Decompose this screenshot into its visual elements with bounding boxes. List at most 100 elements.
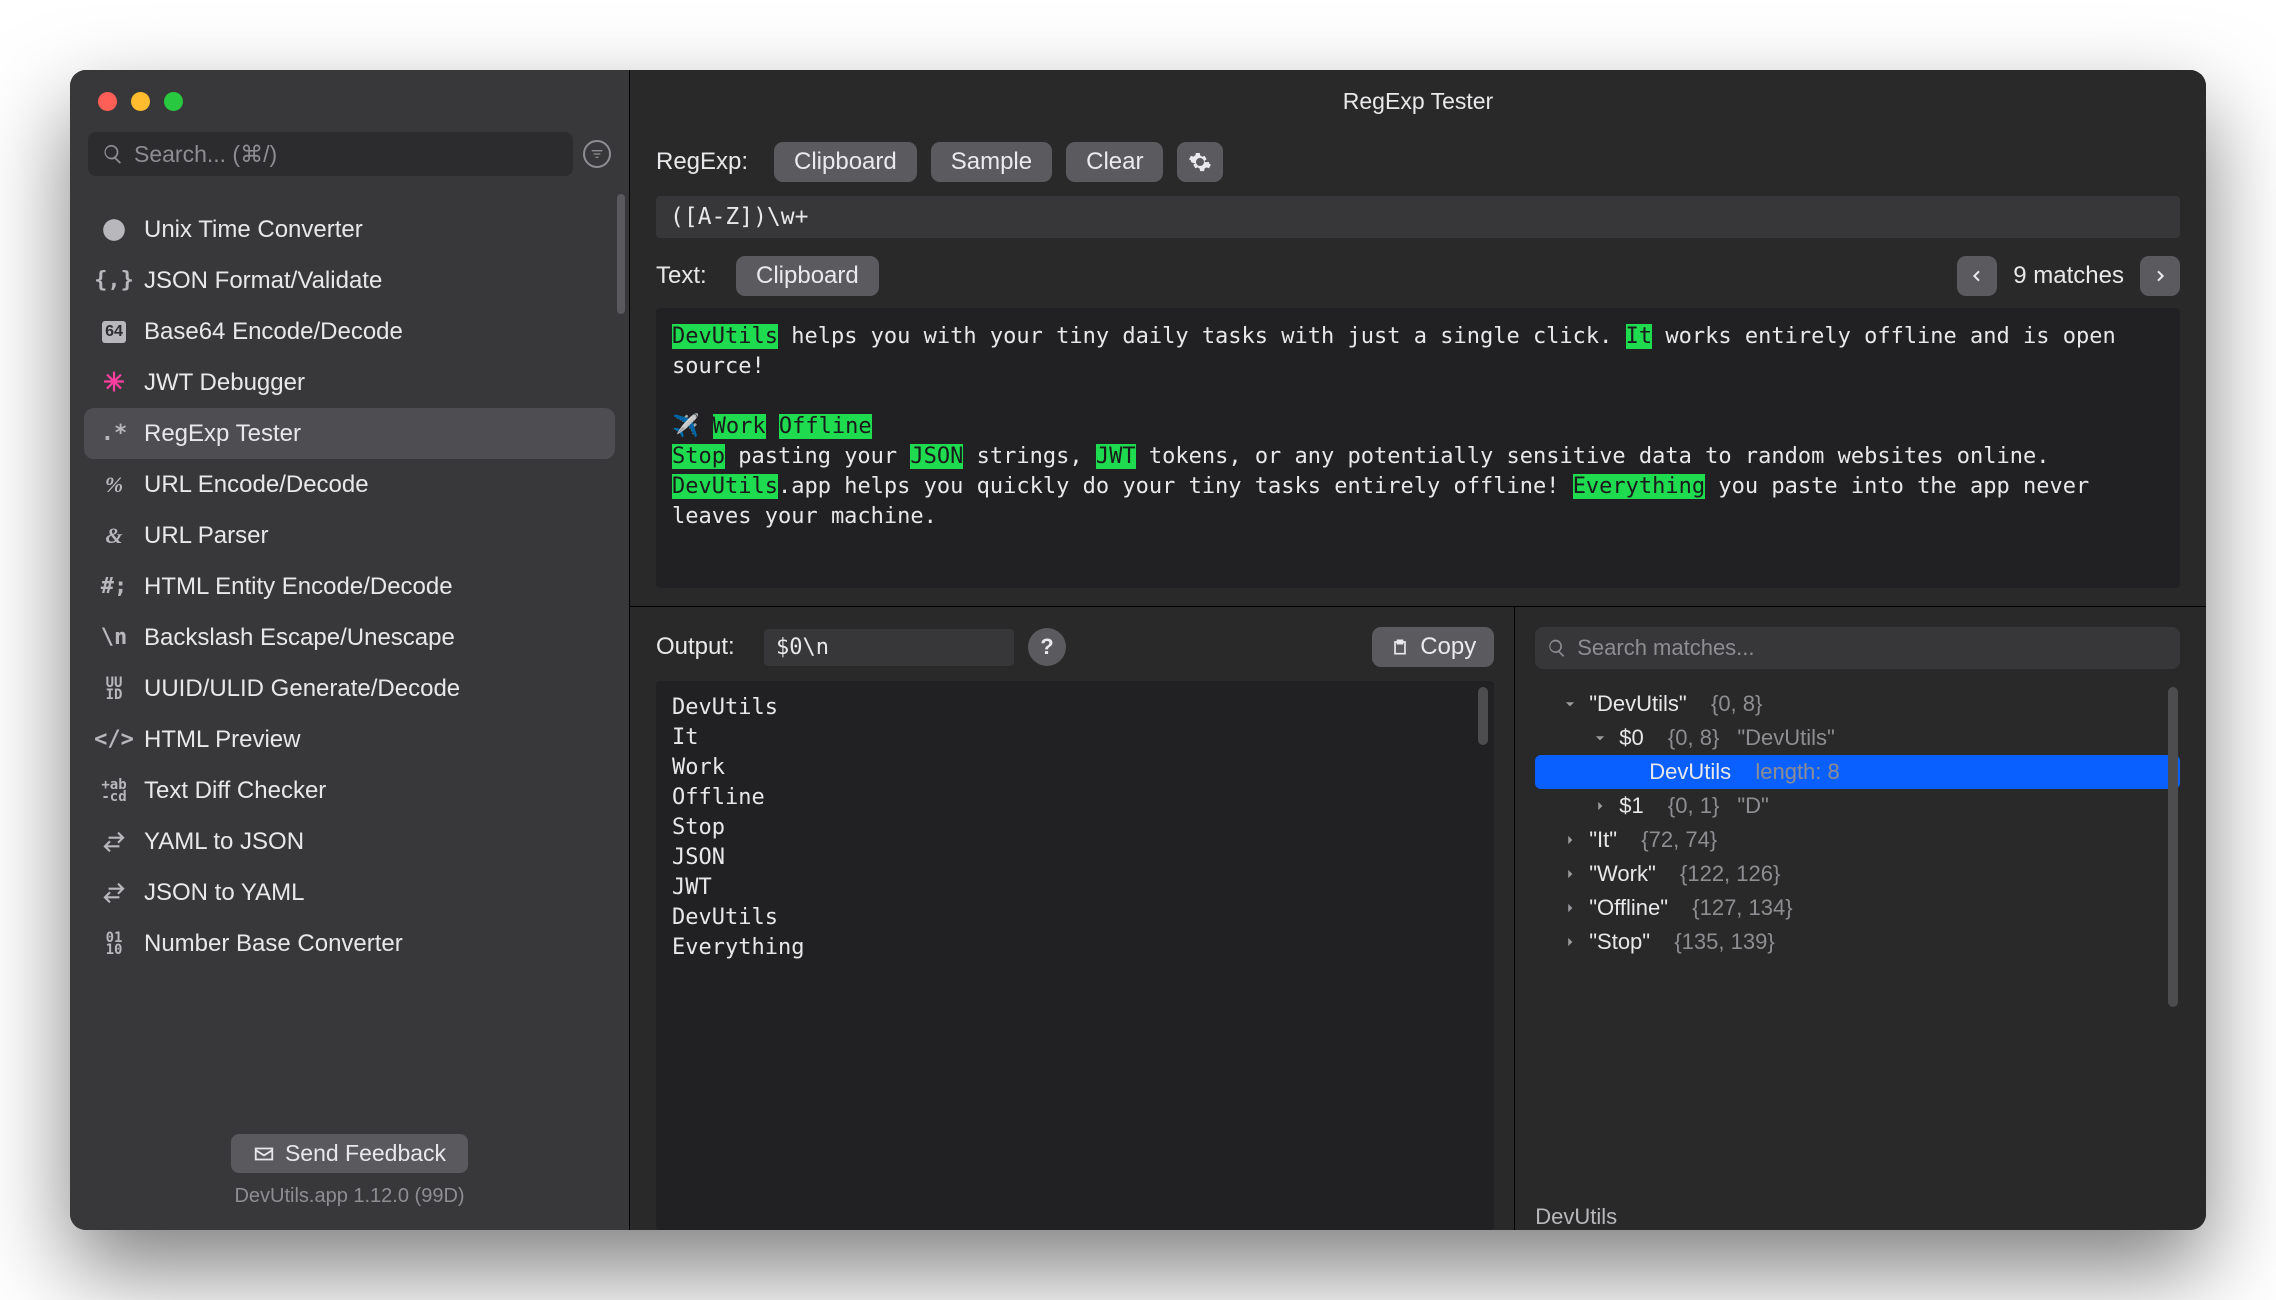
regex-settings-button[interactable] (1177, 142, 1223, 182)
clock-icon (100, 216, 128, 244)
sidebar-item-number-base-converter[interactable]: 0110Number Base Converter (84, 918, 615, 969)
output-help-button[interactable]: ? (1028, 628, 1066, 666)
swap-icon (100, 879, 128, 907)
braces-icon: {,} (100, 267, 128, 295)
sidebar-item-text-diff-checker[interactable]: +ab-cdText Diff Checker (84, 765, 615, 816)
highlighted-match[interactable]: Work (713, 414, 766, 439)
regex-clear-button[interactable]: Clear (1066, 142, 1163, 182)
tree-row[interactable]: "It" {72, 74} (1535, 823, 2180, 857)
copy-label: Copy (1420, 633, 1476, 661)
sidebar-item-label: JWT Debugger (144, 369, 305, 397)
sidebar-item-uuid-ulid-generate-decode[interactable]: UUIDUUID/ULID Generate/Decode (84, 663, 615, 714)
sidebar-item-label: Text Diff Checker (144, 777, 326, 805)
highlighted-match[interactable]: DevUtils (672, 474, 778, 499)
tree-row[interactable]: "Work" {122, 126} (1535, 857, 2180, 891)
highlighted-match[interactable]: Everything (1573, 474, 1705, 499)
disclosure-icon[interactable] (1563, 935, 1577, 949)
app-window: Unix Time Converter {,} JSON Format/Valida… (70, 70, 2206, 1230)
output-scrollbar[interactable] (1478, 687, 1488, 745)
window-controls (70, 70, 629, 132)
disclosure-icon[interactable] (1593, 731, 1607, 745)
search-icon (1547, 638, 1567, 658)
sidebar: Unix Time Converter {,} JSON Format/Valida… (70, 70, 630, 1230)
matches-search-input[interactable] (1577, 635, 2168, 661)
output-pane: Output: ? Copy DevUtils It Work Offline … (630, 607, 1515, 1230)
matches-search[interactable] (1535, 627, 2180, 669)
sidebar-item-label: HTML Entity Encode/Decode (144, 573, 453, 601)
sidebar-filter-button[interactable] (583, 140, 611, 168)
jwt-icon: ✳ (100, 369, 128, 397)
tree-key: "DevUtils" (1589, 691, 1687, 717)
tree-meta: {135, 139} (1662, 929, 1775, 955)
sidebar-item-url-encode-decode[interactable]: %URL Encode/Decode (84, 459, 615, 510)
tools-list[interactable]: Unix Time Converter {,} JSON Format/Valida… (70, 190, 629, 1120)
window-title: RegExp Tester (630, 70, 2206, 132)
tree-key: $0 (1619, 725, 1643, 751)
prev-match-button[interactable] (1957, 256, 1997, 296)
disclosure-icon[interactable] (1563, 697, 1577, 711)
highlighted-match[interactable]: Stop (672, 444, 725, 469)
regex-sample-button[interactable]: Sample (931, 142, 1052, 182)
tree-meta: {127, 134} (1680, 895, 1793, 921)
disclosure-icon[interactable] (1563, 901, 1577, 915)
sidebar-item-label: URL Parser (144, 522, 268, 550)
highlighted-match[interactable]: It (1626, 324, 1653, 349)
maximize-window-button[interactable] (164, 92, 183, 111)
regex-input[interactable] (656, 196, 2180, 238)
tree-key: "It" (1589, 827, 1617, 853)
regex-clipboard-button[interactable]: Clipboard (774, 142, 917, 182)
disclosure-icon[interactable] (1593, 799, 1607, 813)
sidebar-scrollbar[interactable] (617, 194, 625, 314)
sidebar-footer: Send Feedback DevUtils.app 1.12.0 (99D) (70, 1120, 629, 1230)
highlighted-match[interactable]: JWT (1096, 444, 1136, 469)
sidebar-item-html-entity-encode-decode[interactable]: #;HTML Entity Encode/Decode (84, 561, 615, 612)
sidebar-item-html-preview[interactable]: </>HTML Preview (84, 714, 615, 765)
output-text[interactable]: DevUtils It Work Offline Stop JSON JWT D… (656, 681, 1494, 1230)
sidebar-item-base64-encode-decode[interactable]: 64 Base64 Encode/Decode (84, 306, 615, 357)
send-feedback-button[interactable]: Send Feedback (231, 1134, 468, 1173)
copy-output-button[interactable]: Copy (1372, 627, 1494, 667)
sidebar-search[interactable] (88, 132, 573, 176)
text-clipboard-button[interactable]: Clipboard (736, 256, 879, 296)
bits-icon: 0110 (100, 930, 128, 958)
sidebar-item-label: JSON Format/Validate (144, 267, 382, 295)
tree-row[interactable]: DevUtils length: 8 (1535, 755, 2180, 789)
regex-toolbar: RegExp: Clipboard Sample Clear (656, 142, 2180, 182)
tree-row[interactable]: "Stop" {135, 139} (1535, 925, 2180, 959)
sidebar-item-jwt-debugger[interactable]: ✳ JWT Debugger (84, 357, 615, 408)
close-window-button[interactable] (98, 92, 117, 111)
sidebar-item-label: Base64 Encode/Decode (144, 318, 403, 346)
highlighted-match[interactable]: Offline (779, 414, 872, 439)
feedback-label: Send Feedback (285, 1140, 446, 1167)
next-match-button[interactable] (2140, 256, 2180, 296)
sidebar-item-json-format-validate[interactable]: {,} JSON Format/Validate (84, 255, 615, 306)
sidebar-item-backslash-escape-unescape[interactable]: \nBackslash Escape/Unescape (84, 612, 615, 663)
tree-row[interactable]: $0 {0, 8}"DevUtils" (1535, 721, 2180, 755)
filter-icon (589, 146, 605, 162)
sidebar-item-json-to-yaml[interactable]: JSON to YAML (84, 867, 615, 918)
disclosure-icon[interactable] (1563, 833, 1577, 847)
tree-row[interactable]: $1 {0, 1}"D" (1535, 789, 2180, 823)
b64-icon: 64 (100, 318, 128, 346)
sidebar-item-unix-time-converter[interactable]: Unix Time Converter (84, 204, 615, 255)
tree-meta: {72, 74} (1629, 827, 1717, 853)
disclosure-icon[interactable] (1563, 867, 1577, 881)
highlighted-match[interactable]: DevUtils (672, 324, 778, 349)
sidebar-search-input[interactable] (134, 141, 559, 168)
tree-row[interactable]: "DevUtils" {0, 8} (1535, 687, 2180, 721)
text-input-area[interactable]: DevUtils helps you with your tiny daily … (656, 308, 2180, 588)
chevron-left-icon (1969, 268, 1985, 284)
matches-tree[interactable]: "DevUtils" {0, 8}$0 {0, 8}"DevUtils"DevU… (1535, 687, 2180, 1184)
tags-icon: </> (100, 726, 128, 754)
match-detail: DevUtils (1535, 1204, 2180, 1230)
sidebar-item-url-parser[interactable]: &URL Parser (84, 510, 615, 561)
sidebar-item-yaml-to-json[interactable]: YAML to JSON (84, 816, 615, 867)
chevron-right-icon (2152, 268, 2168, 284)
matches-scrollbar[interactable] (2168, 687, 2178, 1007)
sidebar-item-regexp-tester[interactable]: .*RegExp Tester (84, 408, 615, 459)
output-format-input[interactable] (764, 629, 1014, 666)
tree-row[interactable]: "Offline" {127, 134} (1535, 891, 2180, 925)
minimize-window-button[interactable] (131, 92, 150, 111)
highlighted-match[interactable]: JSON (910, 444, 963, 469)
regex-icon: .* (100, 420, 128, 448)
